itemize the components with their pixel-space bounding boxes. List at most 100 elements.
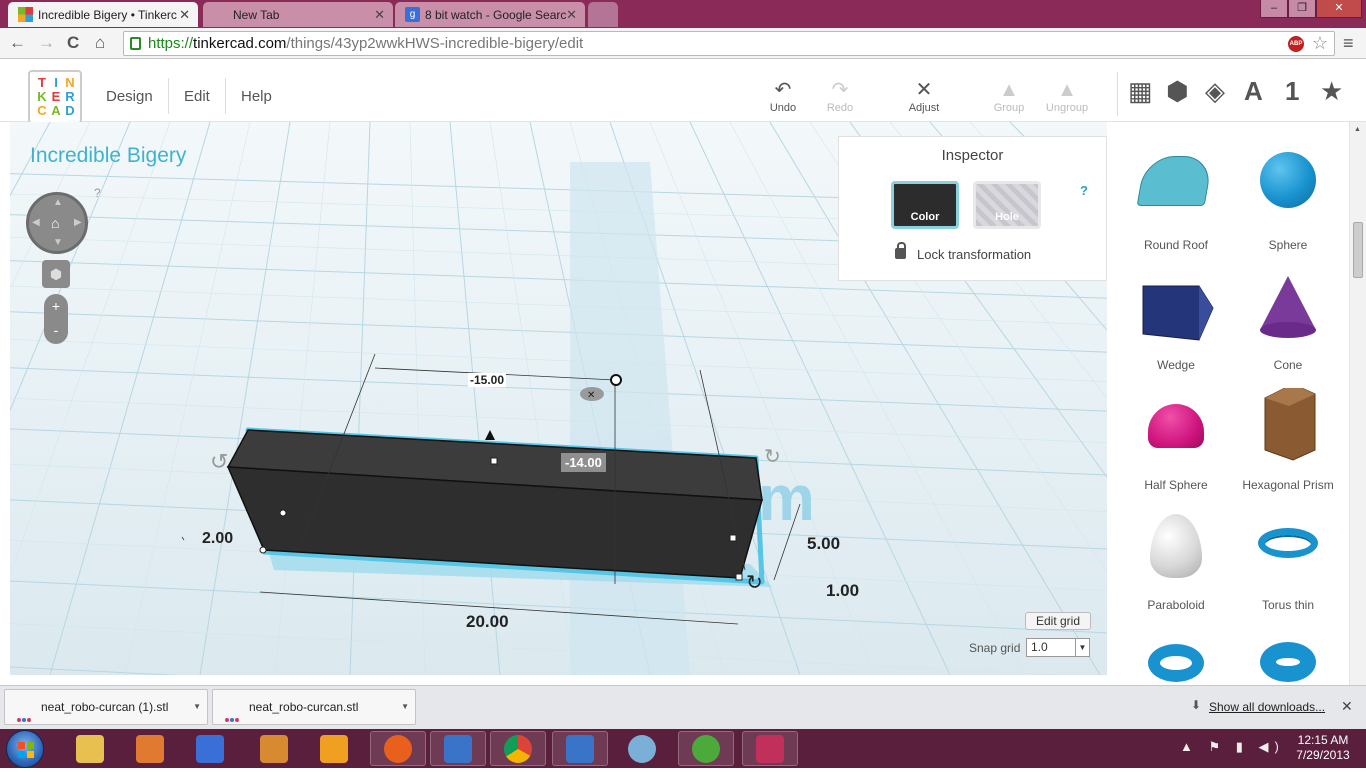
- taskbar-game[interactable]: [246, 731, 302, 766]
- shape-round-roof[interactable]: Round Roof: [1121, 148, 1231, 252]
- ungroup-button[interactable]: ▲ Ungroup: [1041, 78, 1093, 114]
- zoom-in-button[interactable]: +: [44, 294, 68, 318]
- back-arrow-icon[interactable]: ←: [9, 34, 26, 52]
- tab-close-icon[interactable]: ✕: [179, 7, 190, 23]
- shape-paraboloid[interactable]: Paraboloid: [1121, 508, 1231, 612]
- taskbar-paint-app[interactable]: [122, 731, 178, 766]
- workplane-canvas[interactable]: m ✕ ↺ ↻ ↻ Incredible Bigery ▲ ▼ ◀ ▶ ⌂ ? …: [10, 122, 1107, 675]
- download-item[interactable]: neat_robo-curcan.stl ▼: [212, 689, 416, 725]
- scrollbar-thumb[interactable]: [1353, 222, 1363, 278]
- hole-swatch-button[interactable]: Hole: [973, 181, 1041, 229]
- grid-view-icon[interactable]: ▦: [1128, 76, 1153, 106]
- shape-label: Torus thin: [1261, 598, 1315, 612]
- chevron-down-icon[interactable]: ▼: [1075, 639, 1089, 656]
- dimension-elevation[interactable]: 1.00: [826, 581, 859, 601]
- taskbar-media-player[interactable]: [306, 731, 362, 766]
- tab-close-icon[interactable]: ✕: [566, 7, 577, 23]
- orbit-right-icon[interactable]: ▶: [74, 217, 82, 228]
- chevron-down-icon[interactable]: ▼: [401, 690, 409, 724]
- snap-grid-select[interactable]: 1.0 ▼: [1026, 638, 1090, 657]
- shape-sphere[interactable]: Sphere: [1233, 148, 1343, 252]
- undo-button[interactable]: ↶ Undo: [757, 78, 809, 114]
- taskbar-tinkercad-app[interactable]: [742, 731, 798, 766]
- bookmark-star-icon[interactable]: ☆: [1312, 32, 1328, 55]
- menu-edit[interactable]: Edit: [184, 88, 210, 105]
- forward-arrow-icon[interactable]: →: [38, 34, 55, 52]
- clock-time: 12:15 AM: [1297, 733, 1349, 747]
- group-button[interactable]: ▲ Group: [983, 78, 1035, 114]
- taskbar-utorrent[interactable]: [678, 731, 734, 766]
- tinkercad-logo[interactable]: T I N K E R C A D: [28, 70, 82, 124]
- maximize-button[interactable]: ❐: [1288, 0, 1316, 18]
- home-icon[interactable]: ⌂: [95, 34, 105, 52]
- numbers-icon[interactable]: 1: [1285, 76, 1299, 106]
- scroll-up-icon[interactable]: ▲: [1354, 126, 1361, 133]
- minimize-button[interactable]: –: [1260, 0, 1288, 18]
- url-path: /things/43yp2wwkHWS-incredible-bigery/ed…: [286, 35, 584, 52]
- paint-icon: [628, 734, 656, 763]
- taskbar-clock[interactable]: 12:15 AM 7/29/2013: [1284, 733, 1362, 763]
- taskbar-word-doc-2[interactable]: [552, 731, 608, 766]
- close-downloads-icon[interactable]: ✕: [1341, 698, 1353, 715]
- url-bar[interactable]: https://tinkercad.com/things/43yp2wwkHWS…: [123, 31, 1335, 56]
- taskbar-chrome[interactable]: [490, 731, 546, 766]
- shape-tube[interactable]: [1233, 628, 1343, 685]
- sidebar-scrollbar[interactable]: ▲: [1349, 122, 1366, 685]
- unlock-icon[interactable]: [895, 242, 906, 259]
- tab-google-search[interactable]: g 8 bit watch - Google Searc ✕: [395, 2, 585, 27]
- adjust-button[interactable]: ✕ Adjust: [898, 78, 950, 114]
- taskbar-wizard[interactable]: [182, 731, 238, 766]
- new-tab-button[interactable]: [588, 2, 618, 27]
- menu-design[interactable]: Design: [106, 88, 153, 105]
- close-window-button[interactable]: ✕: [1316, 0, 1362, 18]
- taskbar-paint[interactable]: [614, 731, 670, 766]
- design-title[interactable]: Incredible Bigery: [30, 144, 186, 168]
- lock-transformation-label[interactable]: Lock transformation: [917, 247, 1031, 262]
- download-item[interactable]: neat_robo-curcan (1).stl ▼: [4, 689, 208, 725]
- show-all-downloads-link[interactable]: Show all downloads...: [1209, 700, 1325, 714]
- redo-button[interactable]: ↷ Redo: [814, 78, 866, 114]
- menu-help[interactable]: Help: [241, 88, 272, 105]
- dimension-length[interactable]: 20.00: [466, 612, 509, 632]
- shape-wedge[interactable]: Wedge: [1121, 268, 1231, 372]
- tinkercad-app-icon: [756, 734, 784, 763]
- system-tray-icons[interactable]: ▲ ⚑ ▮ ◀): [1180, 739, 1285, 755]
- taskbar-word-doc[interactable]: [430, 731, 486, 766]
- logo-letter: C: [37, 103, 47, 118]
- orbit-left-icon[interactable]: ◀: [32, 217, 40, 228]
- taskbar-firefox[interactable]: [370, 731, 426, 766]
- reload-icon[interactable]: C: [67, 34, 79, 52]
- zoom-out-button[interactable]: -: [44, 318, 68, 342]
- shape-cone[interactable]: Cone: [1233, 268, 1343, 372]
- tab-new-tab[interactable]: New Tab ✕: [203, 2, 393, 27]
- adblock-icon[interactable]: ABP: [1288, 36, 1304, 52]
- browser-menu-icon[interactable]: ≡: [1343, 34, 1354, 52]
- windows-taskbar: ▲ ⚑ ▮ ◀) 12:15 AM 7/29/2013: [0, 729, 1366, 768]
- edit-grid-button[interactable]: Edit grid: [1025, 612, 1091, 630]
- dimension-height-marker[interactable]: -14.00: [561, 453, 606, 472]
- tab-close-icon[interactable]: ✕: [374, 7, 385, 23]
- home-view-icon[interactable]: ⌂: [51, 215, 59, 231]
- shape-half-sphere[interactable]: Half Sphere: [1121, 388, 1231, 492]
- tab-tinkercad[interactable]: Incredible Bigery • Tinkerc ✕: [8, 2, 198, 27]
- orbit-down-icon[interactable]: ▼: [53, 237, 63, 248]
- dimension-top-offset[interactable]: -15.00: [468, 373, 507, 387]
- color-swatch-button[interactable]: Color: [891, 181, 959, 229]
- box-shapes-icon[interactable]: ⬢: [1166, 76, 1189, 106]
- shape-torus-thin[interactable]: Torus thin: [1233, 508, 1343, 612]
- letters-icon[interactable]: A: [1244, 76, 1263, 106]
- taskbar-explorer[interactable]: [62, 731, 118, 766]
- favorites-star-icon[interactable]: ★: [1320, 76, 1343, 106]
- chevron-down-icon[interactable]: ▼: [193, 690, 201, 724]
- shape-torus[interactable]: [1121, 628, 1231, 685]
- shape-hexagonal-prism[interactable]: Hexagonal Prism: [1233, 383, 1343, 492]
- start-button[interactable]: [6, 730, 44, 768]
- ortho-view-cube-icon[interactable]: ⬢: [42, 260, 70, 288]
- dimension-width[interactable]: 2.00: [202, 530, 233, 548]
- wireframe-shapes-icon[interactable]: ◈: [1205, 76, 1225, 106]
- orbit-up-icon[interactable]: ▲: [53, 197, 63, 208]
- view-orbit-control[interactable]: ▲ ▼ ◀ ▶ ⌂: [26, 192, 88, 254]
- inspector-help-icon[interactable]: ?: [1080, 183, 1088, 198]
- view-help-icon[interactable]: ?: [94, 186, 101, 200]
- dimension-height[interactable]: 5.00: [807, 534, 840, 554]
